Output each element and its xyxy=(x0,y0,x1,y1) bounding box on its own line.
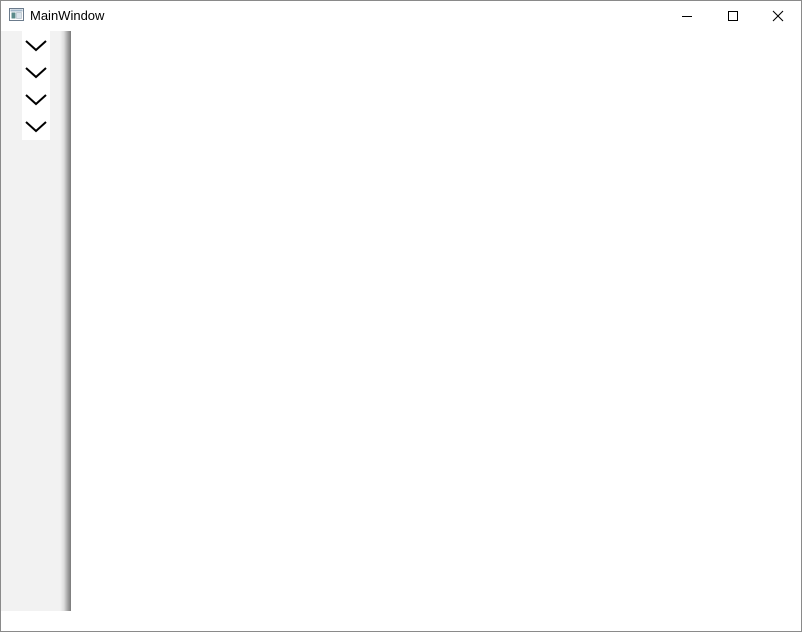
maximize-button[interactable] xyxy=(710,1,756,31)
chevron-down-icon xyxy=(25,120,47,132)
expander-button-2[interactable] xyxy=(22,58,50,85)
maximize-icon xyxy=(728,11,738,21)
title-bar[interactable]: MainWindow xyxy=(1,1,801,31)
main-window: MainWindow xyxy=(0,0,802,632)
chevron-down-icon xyxy=(25,39,47,51)
status-strip xyxy=(1,611,801,631)
close-icon xyxy=(772,10,784,22)
sidebar xyxy=(1,31,71,611)
expander-list xyxy=(22,31,50,140)
expander-button-4[interactable] xyxy=(22,112,50,139)
chevron-down-icon xyxy=(25,66,47,78)
window-title: MainWindow xyxy=(30,8,105,23)
close-button[interactable] xyxy=(755,1,801,31)
expander-button-1[interactable] xyxy=(22,31,50,58)
chevron-down-icon xyxy=(25,93,47,105)
app-window-icon xyxy=(9,8,24,21)
minimize-button[interactable] xyxy=(664,1,710,31)
expander-button-3[interactable] xyxy=(22,85,50,112)
minimize-icon xyxy=(682,16,692,17)
